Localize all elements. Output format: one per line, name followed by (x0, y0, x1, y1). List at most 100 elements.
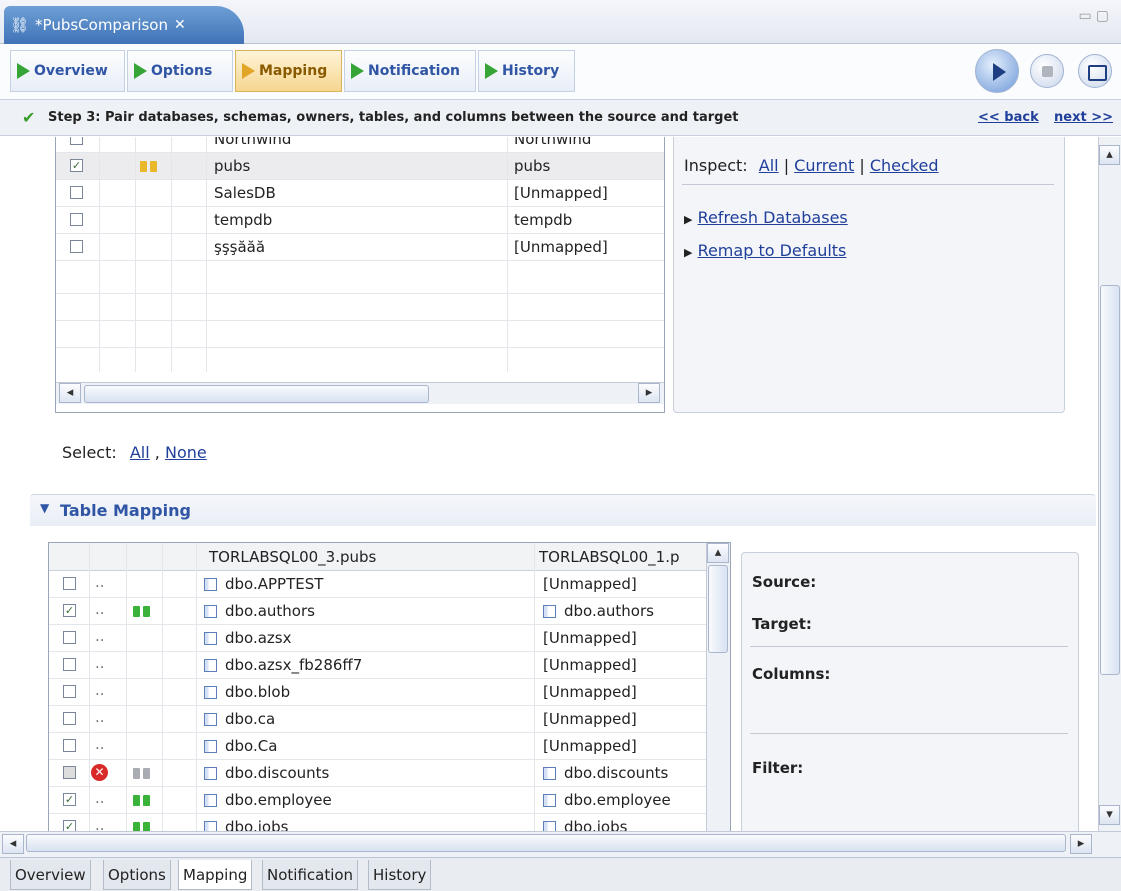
database-row[interactable]: SalesDB [Unmapped] (56, 180, 664, 207)
row-checkbox[interactable]: ✓ (63, 820, 76, 831)
refresh-databases-link[interactable]: Refresh Databases (698, 208, 848, 227)
table-row[interactable]: .. dbo.blob [Unmapped] (49, 679, 706, 706)
close-icon[interactable]: ✕ (174, 17, 186, 33)
table-details-panel: Source: Target: Columns: Filter: (741, 552, 1079, 831)
table-vertical-scrollbar[interactable]: ▴ (706, 543, 730, 831)
remap-defaults-link[interactable]: Remap to Defaults (698, 241, 847, 260)
target-database: [Unmapped] (514, 238, 608, 256)
inspect-all-link[interactable]: All (759, 156, 779, 175)
nav-notification-button[interactable]: Notification (344, 50, 476, 92)
source-database: SalesDB (214, 184, 276, 202)
pair-indicator-icon (143, 822, 150, 831)
table-grid-header: TORLABSQL00_3.pubs TORLABSQL00_1.p (49, 543, 730, 571)
target-table: dbo.authors (543, 598, 703, 625)
console-button[interactable] (1078, 54, 1112, 88)
database-row[interactable]: tempdb tempdb (56, 207, 664, 234)
scroll-thumb[interactable] (1100, 285, 1120, 675)
scroll-left-button[interactable]: ◂ (2, 834, 24, 854)
step-bar: ✔ Step 3: Pair databases, schemas, owner… (0, 100, 1121, 136)
table-row[interactable]: ✓.. dbo.jobs dbo.jobs (49, 814, 706, 831)
select-none-link[interactable]: None (165, 443, 207, 462)
bottom-tab-notification[interactable]: Notification (262, 860, 359, 890)
scroll-left-button[interactable]: ◂ (59, 383, 81, 403)
row-checkbox[interactable] (63, 577, 76, 590)
inspect-checked-link[interactable]: Checked (870, 156, 939, 175)
select-all-link[interactable]: All (130, 443, 150, 462)
nav-history-button[interactable]: History (478, 50, 575, 92)
row-checkbox[interactable]: ✓ (63, 793, 76, 806)
scroll-thumb[interactable] (708, 565, 728, 653)
bottom-tab-mapping[interactable]: Mapping (178, 860, 253, 890)
source-table: dbo.blob (204, 679, 529, 706)
workflow-nav: Overview Options Mapping Notification Hi… (0, 44, 1121, 100)
row-checkbox[interactable] (63, 712, 76, 725)
play-arrow-icon (485, 63, 498, 79)
main-horizontal-scrollbar[interactable]: ◂ ▸ (0, 831, 1121, 857)
row-checkbox[interactable] (70, 186, 83, 199)
table-row[interactable]: ✕ dbo.discounts dbo.discounts (49, 760, 706, 787)
editor-tab-title: *PubsComparison (35, 16, 168, 34)
database-row[interactable]: Northwind Northwind (56, 137, 664, 153)
scroll-right-button[interactable]: ▸ (1070, 834, 1092, 854)
row-checkbox[interactable] (63, 631, 76, 644)
row-checkbox[interactable] (70, 213, 83, 226)
database-row[interactable]: şşşăăă [Unmapped] (56, 234, 664, 261)
editor-tab[interactable]: ⛓ *PubsComparison ✕ (4, 6, 244, 44)
stop-button[interactable] (1030, 54, 1064, 88)
row-checkbox[interactable] (63, 739, 76, 752)
row-status: .. (95, 681, 105, 699)
bottom-tab-history[interactable]: History (368, 860, 432, 890)
inspect-panel: Inspect: All | Current | Checked ▶ Refre… (673, 137, 1065, 413)
table-row[interactable]: .. dbo.azsx_fb286ff7 [Unmapped] (49, 652, 706, 679)
nav-mapping-button[interactable]: Mapping (235, 50, 342, 92)
target-table: dbo.jobs (543, 814, 703, 831)
back-link[interactable]: << back (978, 110, 1039, 125)
row-checkbox[interactable] (70, 240, 83, 253)
table-row[interactable]: ✓.. dbo.authors dbo.authors (49, 598, 706, 625)
source-table: dbo.azsx_fb286ff7 (204, 652, 529, 679)
details-columns-label: Columns: (752, 665, 831, 683)
source-database: Northwind (214, 137, 292, 148)
row-status: .. (95, 789, 105, 807)
bottom-tab-overview[interactable]: Overview (10, 860, 91, 890)
row-checkbox[interactable]: ✓ (63, 604, 76, 617)
target-table: [Unmapped] (543, 656, 637, 674)
scroll-down-button[interactable]: ▾ (1099, 805, 1120, 825)
table-row[interactable]: .. dbo.ca [Unmapped] (49, 706, 706, 733)
run-button[interactable] (975, 49, 1019, 93)
row-checkbox[interactable] (63, 766, 76, 779)
database-row[interactable]: ✓ pubs pubs (56, 153, 664, 180)
row-status: .. (95, 627, 105, 645)
table-row[interactable]: ✓.. dbo.employee dbo.employee (49, 787, 706, 814)
target-table: dbo.discounts (543, 760, 703, 787)
main-vertical-scrollbar[interactable]: ▴ ▾ (1098, 137, 1121, 831)
scroll-up-button[interactable]: ▴ (1099, 145, 1120, 165)
source-column-header[interactable]: TORLABSQL00_3.pubs (209, 548, 376, 566)
mapping-content: Northwind Northwind ✓ pubs pubs SalesDB [Unmap… (0, 137, 1098, 831)
scroll-thumb[interactable] (84, 385, 429, 403)
next-link[interactable]: next >> (1054, 110, 1113, 125)
scroll-right-button[interactable]: ▸ (638, 383, 660, 403)
collapse-chevron-icon[interactable]: ▼ (40, 501, 49, 515)
table-icon (543, 605, 556, 618)
scroll-thumb[interactable] (26, 834, 1066, 852)
db-horizontal-scrollbar[interactable]: ◂ ▸ (56, 382, 664, 404)
target-column-header[interactable]: TORLABSQL00_1.p (539, 548, 707, 566)
table-mapping-section-header[interactable]: ▼ Table Mapping (30, 494, 1096, 526)
row-checkbox[interactable] (63, 658, 76, 671)
table-row[interactable]: .. dbo.APPTEST [Unmapped] (49, 571, 706, 598)
window-controls[interactable]: ▭▢ (1079, 8, 1113, 24)
table-row[interactable]: .. dbo.azsx [Unmapped] (49, 625, 706, 652)
nav-overview-button[interactable]: Overview (10, 50, 125, 92)
nav-options-button[interactable]: Options (127, 50, 233, 92)
bottom-tab-options[interactable]: Options (103, 860, 171, 890)
inspect-current-link[interactable]: Current (794, 156, 854, 175)
table-icon (204, 605, 217, 618)
row-checkbox[interactable]: ✓ (70, 159, 83, 172)
table-row[interactable]: .. dbo.Ca [Unmapped] (49, 733, 706, 760)
row-checkbox[interactable] (63, 685, 76, 698)
row-checkbox[interactable] (70, 137, 83, 145)
source-table: dbo.APPTEST (204, 571, 529, 598)
scroll-up-button[interactable]: ▴ (707, 543, 729, 563)
pair-indicator-icon (133, 768, 140, 779)
